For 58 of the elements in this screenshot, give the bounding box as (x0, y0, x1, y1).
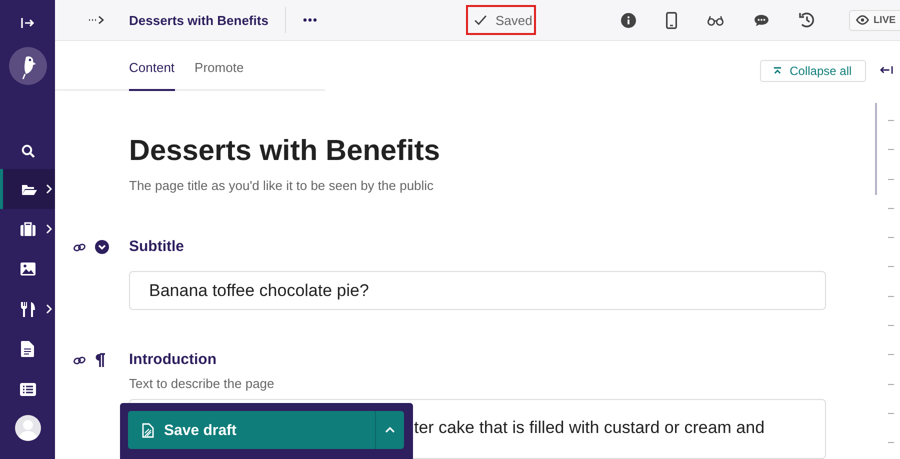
field-label: Subtitle (129, 237, 185, 257)
page-title: Desserts with Benefits (129, 12, 268, 28)
check-icon (474, 15, 488, 25)
minimap-mark (888, 412, 894, 414)
history-icon[interactable] (799, 12, 816, 28)
link-icon[interactable] (73, 356, 86, 364)
search-icon (20, 144, 34, 158)
minimap-mark (888, 384, 894, 385)
paragraph-icon (95, 353, 105, 367)
link-icon[interactable] (73, 242, 86, 252)
field-value: Banana toffee chocolate pie? (149, 280, 369, 300)
live-button[interactable]: LIVE (849, 10, 900, 30)
expand-sidebar-icon[interactable] (20, 17, 34, 29)
minimap-mark (888, 266, 894, 268)
image-icon (20, 262, 36, 276)
glasses-icon[interactable] (707, 14, 724, 26)
minimap-mark (888, 149, 894, 150)
chevron-right-icon (46, 304, 52, 314)
sidebar-item[interactable] (0, 169, 55, 209)
folder-icon (21, 182, 37, 196)
collapse-all-button[interactable]: Collapse all (760, 60, 866, 82)
eye-icon (856, 15, 870, 25)
minimap-mark (888, 325, 894, 326)
minimap-mark (888, 237, 894, 238)
draft-icon (142, 422, 154, 438)
status-text: Saved (495, 12, 532, 28)
field-label: Introduction (129, 350, 218, 370)
bird-logo[interactable] (8, 47, 46, 85)
list-icon (20, 382, 36, 396)
briefcase-icon (20, 222, 36, 236)
document-icon (21, 341, 34, 357)
collapse-panel-icon[interactable] (880, 65, 893, 75)
fork-knife-icon (20, 301, 36, 317)
tab[interactable]: Promote (194, 54, 244, 91)
minimap-mark (888, 178, 894, 180)
chevron-right-icon (46, 184, 52, 194)
field-value: ter cake that is filled with custard or cream and (414, 418, 765, 438)
minimap-mark (888, 442, 894, 444)
more-icon[interactable] (303, 18, 318, 22)
info-icon[interactable] (621, 12, 636, 28)
breadcrumb-icon[interactable] (88, 15, 104, 25)
chevron-right-icon (46, 224, 52, 234)
title-heading[interactable]: Desserts with Benefits (129, 135, 826, 168)
caret-up-icon (385, 427, 395, 433)
avatar[interactable] (14, 415, 40, 441)
minimap-mark (888, 208, 894, 209)
save-draft-button[interactable]: Save draft (128, 411, 404, 449)
input-field[interactable]: Banana toffee chocolate pie? (129, 271, 826, 310)
minimap-mark (888, 296, 894, 297)
help-text: Text to describe the page (129, 376, 276, 391)
minimap-mark (888, 120, 894, 121)
tab[interactable]: Content (129, 54, 175, 91)
collapse-icon (772, 67, 782, 75)
chevron-circle-icon (95, 240, 109, 254)
mobile-icon[interactable] (666, 12, 678, 28)
help-text: The page title as you'd like it to be seen by the public (129, 178, 435, 193)
minimap-mark (888, 354, 894, 356)
comment-icon[interactable] (754, 14, 770, 26)
